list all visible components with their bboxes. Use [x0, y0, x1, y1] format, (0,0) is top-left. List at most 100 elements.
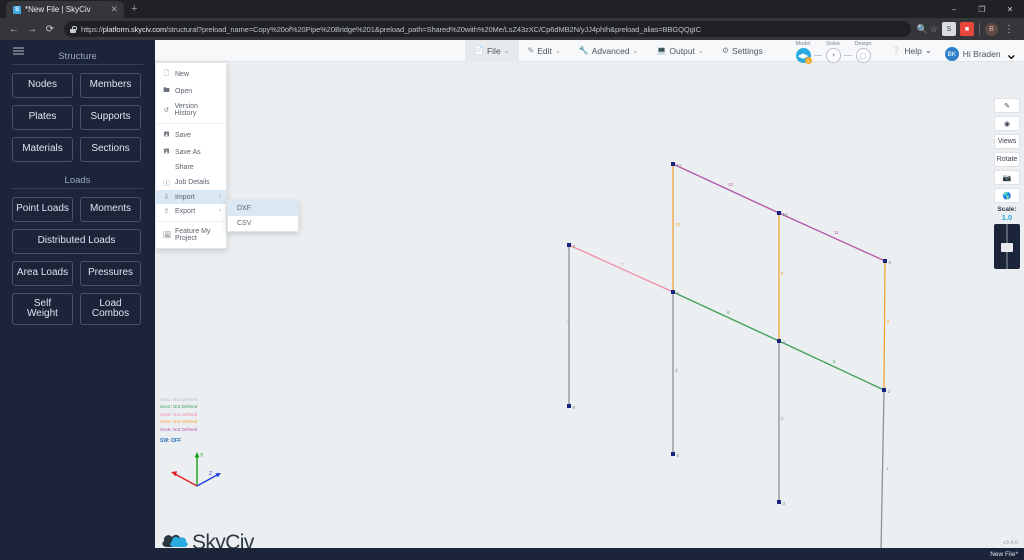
rotate-button[interactable]: Rotate: [994, 152, 1020, 167]
maximize-icon[interactable]: ❐: [968, 0, 996, 18]
node-9[interactable]: [883, 259, 887, 263]
member-6[interactable]: [672, 291, 780, 342]
menu-item-new[interactable]: 🗋 New: [156, 66, 226, 83]
mode-toggle-model[interactable]: Model ◀▶ 1: [792, 41, 814, 64]
avatar: BK: [944, 47, 959, 61]
menu-item-version-history[interactable]: ↺ Version History: [156, 100, 226, 120]
hamburger-icon[interactable]: [6, 40, 30, 62]
star-icon[interactable]: ☆: [930, 24, 938, 35]
member-label-2: 2: [781, 416, 784, 421]
mode-toggle-design[interactable]: Design ▢: [852, 41, 874, 63]
help-button[interactable]: ❔ Help ⌄: [891, 45, 932, 56]
node-6[interactable]: [671, 290, 675, 294]
slider-thumb[interactable]: [1001, 243, 1013, 252]
submenu-item-csv[interactable]: CSV: [228, 216, 298, 231]
menu-item-feature-my-project[interactable]: 🖼 Feature My Project: [156, 225, 226, 245]
new-file-icon: 🗋: [163, 70, 170, 77]
mode-toggle-solve[interactable]: Solve ◑: [822, 41, 844, 63]
back-icon[interactable]: ←: [6, 21, 22, 37]
menu-item-save-as[interactable]: 🖪 Save As: [156, 144, 226, 161]
sidebar-item-area-loads[interactable]: Area Loads: [12, 261, 73, 286]
member-1[interactable]: [880, 389, 885, 553]
node-label-7: 7: [573, 244, 576, 249]
sidebar-item-supports[interactable]: Supports: [80, 105, 141, 130]
node-10[interactable]: [777, 211, 781, 215]
globe-icon[interactable]: 🌎: [994, 188, 1020, 203]
plus-icon[interactable]: +: [124, 1, 144, 18]
member-7[interactable]: [568, 244, 674, 293]
help-label: Help: [904, 45, 922, 56]
minimize-icon[interactable]: –: [940, 0, 968, 18]
sidebar-item-members[interactable]: Members: [80, 73, 141, 98]
member-12[interactable]: [672, 163, 780, 214]
node-5[interactable]: [671, 452, 675, 456]
sidebar-item-self-weight[interactable]: Self Weight: [12, 293, 73, 325]
mode-dot-model[interactable]: ◀▶ 1: [795, 48, 812, 64]
info-icon: ⓘ: [163, 180, 170, 187]
menu-item-open[interactable]: 🖿 Open: [156, 83, 226, 100]
camera-icon[interactable]: 📷: [994, 170, 1020, 185]
sidebar-item-sections[interactable]: Sections: [80, 137, 141, 162]
menu-item-label: Import: [175, 193, 195, 201]
address-bar[interactable]: https://platform.skyciv.com/structural?p…: [64, 21, 911, 37]
menu-item-export[interactable]: ⇧ Export ›: [156, 204, 226, 218]
chrome-menu-icon[interactable]: ⋮: [1000, 24, 1018, 35]
question-icon: ❔: [891, 46, 902, 55]
sidebar-item-plates[interactable]: Plates: [12, 105, 73, 130]
view-toolbar: ✎ ◉ Views Rotate 📷 🌎 Scale: 1.0: [994, 98, 1020, 269]
menu-item-save[interactable]: 🖪 Save: [156, 127, 226, 144]
browser-tab[interactable]: S *New File | SkyCiv ✕: [6, 1, 124, 18]
menu-advanced[interactable]: 🔧 Advanced ⌄: [570, 40, 648, 62]
eye-icon[interactable]: ◉: [994, 116, 1020, 131]
member-8[interactable]: [883, 260, 886, 391]
user-name-label: Hi Braden: [962, 49, 1001, 59]
node-label-10: 10: [783, 212, 789, 217]
node-label-11: 11: [677, 163, 682, 168]
pencil-icon[interactable]: ✎: [994, 98, 1020, 113]
sidebar-item-pressures[interactable]: Pressures: [80, 261, 141, 286]
menu-settings[interactable]: ⚙ Settings: [713, 40, 772, 62]
model-canvas[interactable]: 123456789101112 1234567891011 Sec1: Not …: [12, 39, 1024, 560]
skyciv-extension-icon[interactable]: S: [942, 22, 956, 36]
menu-item-label: Job Details: [175, 178, 210, 186]
views-button[interactable]: Views: [994, 134, 1020, 149]
submenu-item-dxf[interactable]: DXF: [228, 201, 298, 216]
import-submenu[interactable]: DXF CSV: [227, 200, 299, 232]
reload-icon[interactable]: ⟳: [42, 21, 58, 37]
node-8[interactable]: [567, 404, 571, 408]
structural-model-view[interactable]: 123456789101112 1234567891011: [155, 62, 1024, 560]
mode-dot-solve[interactable]: ◑: [825, 48, 841, 63]
close-icon[interactable]: ✕: [110, 5, 118, 14]
node-2[interactable]: [882, 388, 886, 392]
recorder-extension-icon[interactable]: ■: [960, 22, 974, 36]
node-11[interactable]: [671, 162, 675, 166]
search-icon[interactable]: 🔍: [917, 24, 928, 35]
member-label-9: 9: [781, 271, 784, 276]
toolbar-divider: [979, 23, 980, 35]
sidebar-item-moments[interactable]: Moments: [80, 197, 141, 222]
menu-output[interactable]: 💻 Output ⌄: [647, 40, 712, 62]
node-3[interactable]: [777, 500, 781, 504]
menu-item-import[interactable]: ⇩ Import ›: [156, 190, 226, 204]
mode-dot-design[interactable]: ▢: [855, 48, 871, 63]
window-close-icon[interactable]: ✕: [996, 0, 1024, 18]
sidebar-item-load-combos[interactable]: Load Combos: [80, 293, 141, 325]
member-11[interactable]: [778, 212, 886, 262]
sidebar-item-distributed-loads[interactable]: Distributed Loads: [12, 229, 141, 254]
legend-row: Sec5: Not Defined: [160, 426, 198, 432]
sidebar-item-nodes[interactable]: Nodes: [12, 73, 73, 98]
menu-item-share[interactable]: Share: [156, 161, 226, 174]
forward-icon[interactable]: →: [24, 21, 40, 37]
profile-avatar[interactable]: B: [985, 22, 998, 36]
node-4[interactable]: [777, 339, 781, 343]
scale-slider[interactable]: [994, 224, 1020, 269]
menu-edit[interactable]: ✎ Edit ⌄: [519, 40, 570, 62]
menu-item-job-details[interactable]: ⓘ Job Details: [156, 174, 226, 190]
member-5[interactable]: [778, 340, 885, 391]
user-menu[interactable]: BK Hi Braden ⌄: [944, 44, 1018, 64]
sidebar-item-materials[interactable]: Materials: [12, 137, 73, 162]
sidebar-item-point-loads[interactable]: Point Loads: [12, 197, 73, 222]
menu-file[interactable]: 📄 File ⌄: [465, 39, 519, 62]
file-dropdown-menu[interactable]: 🗋 New 🖿 Open ↺ Version History 🖪 Save 🖪 Save …: [155, 62, 227, 249]
node-7[interactable]: [567, 243, 571, 247]
